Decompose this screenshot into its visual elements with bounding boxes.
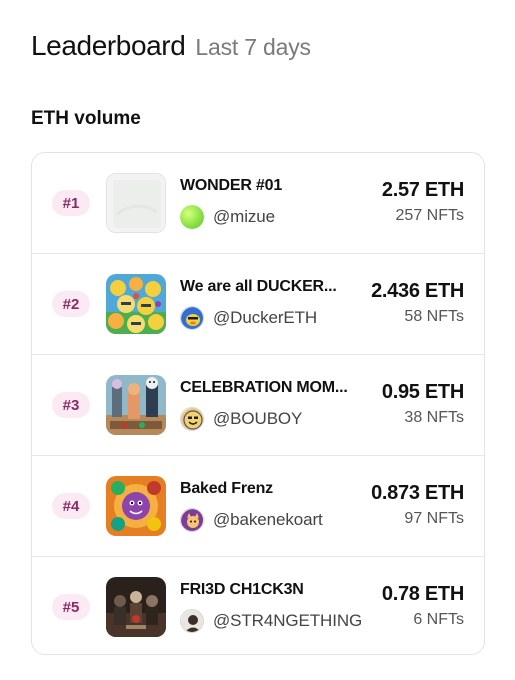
leaderboard-row[interactable]: #2 We are all DUCKER... @DuckerETH 2.436…	[32, 254, 484, 355]
creator[interactable]: @BOUBOY	[180, 407, 302, 431]
eth-volume: 2.436 ETH	[371, 280, 464, 302]
collection-name[interactable]: CELEBRATION MOM...	[180, 379, 358, 397]
section-label: ETH volume	[31, 108, 141, 129]
ducks-artwork-icon	[106, 274, 166, 334]
dark-scene-artwork-icon	[106, 577, 166, 637]
creator[interactable]: @bakenekoart	[180, 508, 323, 532]
collection-thumbnail[interactable]	[106, 173, 166, 233]
leaderboard-row[interactable]: #1 WONDER #01 @mizue 2.57 ETH 257 NFTs	[32, 153, 484, 254]
rank-badge: #3	[52, 392, 90, 418]
collection-name[interactable]: We are all DUCKER...	[180, 278, 358, 296]
collection-thumbnail[interactable]	[106, 375, 166, 435]
purple-cat-avatar-icon	[180, 508, 204, 532]
creator[interactable]: @mizue	[180, 205, 275, 229]
duck-avatar-icon	[180, 306, 204, 330]
creator-handle: @mizue	[213, 207, 276, 226]
rank-badge: #1	[52, 190, 90, 216]
nft-count: 6 NFTs	[413, 611, 464, 628]
rank-badge: #4	[52, 493, 90, 519]
rank-badge: #2	[52, 291, 90, 317]
page-header: Leaderboard Last 7 days	[31, 30, 311, 62]
creator-handle: @STR4NGETHING	[213, 611, 363, 630]
nft-count: 257 NFTs	[395, 207, 464, 224]
nft-count: 58 NFTs	[404, 308, 464, 325]
leaderboard-row[interactable]: #3 CELEBRATION MOM... @BOUBOY 0.95 ETH 3…	[32, 355, 484, 456]
page-title: Leaderboard	[31, 30, 186, 61]
collection-thumbnail[interactable]	[106, 476, 166, 536]
collection-name[interactable]: FRI3D CH1CK3N	[180, 581, 358, 599]
blank-artwork-icon	[107, 174, 165, 232]
smiley-avatar-icon	[180, 407, 204, 431]
creator[interactable]: @STR4NGETHING	[180, 609, 362, 633]
rank-badge: #5	[52, 594, 90, 620]
nft-count: 38 NFTs	[404, 409, 464, 426]
eth-volume: 0.873 ETH	[371, 482, 464, 504]
creator-handle: @bakenekoart	[213, 510, 323, 529]
leaderboard-row[interactable]: #5 FRI3D CH1CK3N @STR4NGETHING 0.78 ETH …	[32, 557, 484, 654]
collection-name[interactable]: Baked Frenz	[180, 480, 358, 498]
collection-thumbnail[interactable]	[106, 274, 166, 334]
celebration-artwork-icon	[106, 375, 166, 435]
time-range-label[interactable]: Last 7 days	[195, 34, 311, 61]
eth-volume: 2.57 ETH	[381, 179, 464, 201]
creator-handle: @DuckerETH	[213, 308, 318, 327]
nft-count: 97 NFTs	[404, 510, 464, 527]
baked-frenz-artwork-icon	[106, 476, 166, 536]
leaderboard-row[interactable]: #4 Baked Frenz @bakenekoart 0.873 ETH 97…	[32, 456, 484, 557]
eth-volume: 0.78 ETH	[381, 583, 464, 605]
dark-portrait-avatar-icon	[180, 609, 204, 633]
green-gradient-avatar-icon	[180, 205, 204, 229]
collection-thumbnail[interactable]	[106, 577, 166, 637]
leaderboard-list: #1 WONDER #01 @mizue 2.57 ETH 257 NFTs #…	[31, 152, 485, 655]
creator-handle: @BOUBOY	[213, 409, 303, 428]
eth-volume: 0.95 ETH	[381, 381, 464, 403]
collection-name[interactable]: WONDER #01	[180, 177, 358, 195]
creator[interactable]: @DuckerETH	[180, 306, 317, 330]
